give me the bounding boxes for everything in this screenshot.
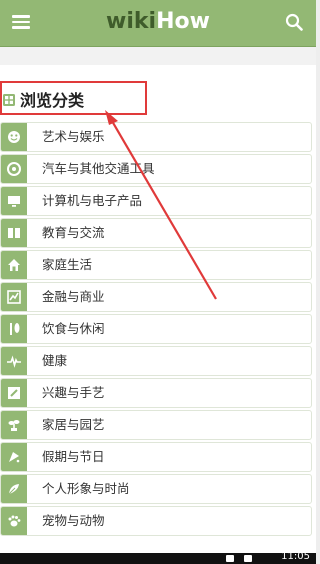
- annotation-arrow: [105, 110, 217, 300]
- wifi-icon: [226, 555, 234, 562]
- status-time: 11:05: [281, 551, 310, 562]
- battery-icon: [244, 555, 252, 562]
- status-bar: 11:05: [0, 551, 316, 564]
